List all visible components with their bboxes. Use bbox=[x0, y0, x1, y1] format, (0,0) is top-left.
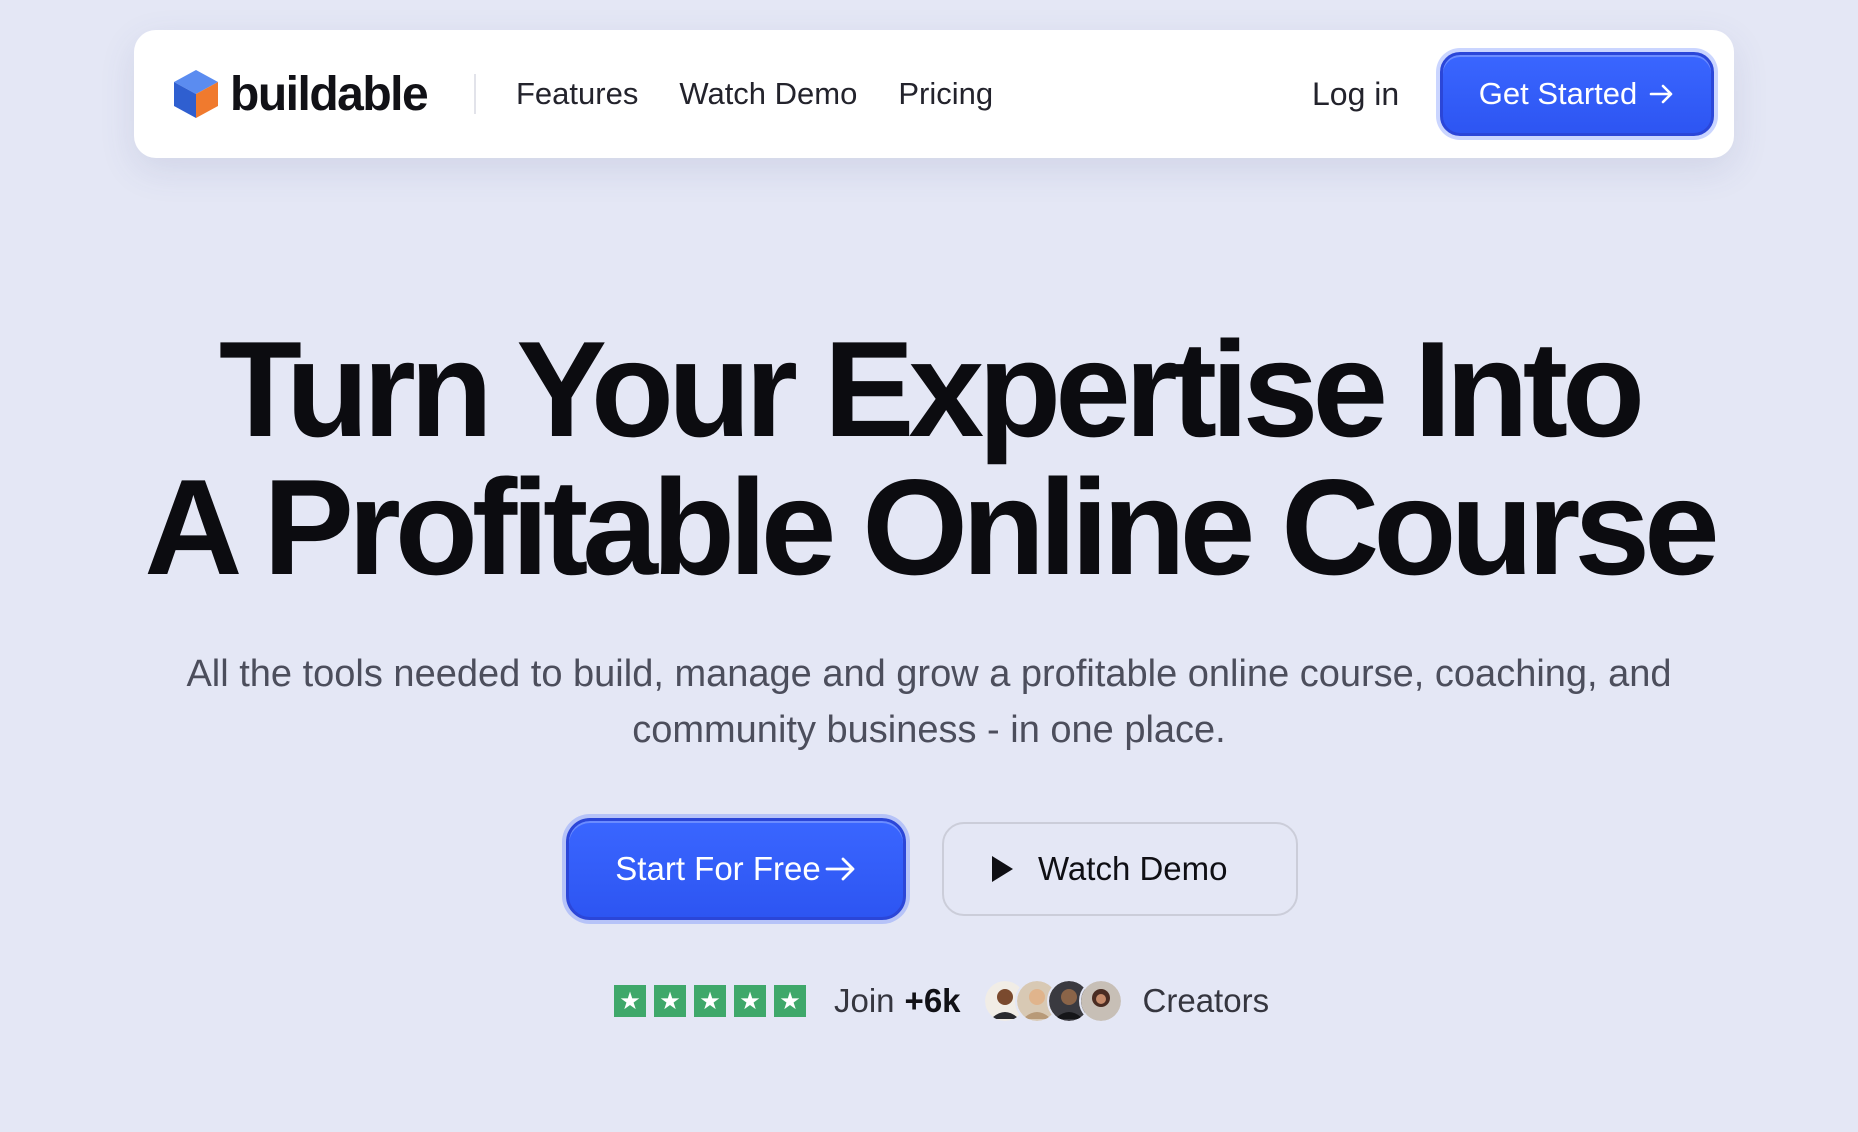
cube-icon bbox=[174, 70, 218, 118]
creators-text: Creators bbox=[1142, 982, 1270, 1019]
star-icon: ★ bbox=[614, 985, 646, 1017]
primary-nav: Features Watch Demo Pricing bbox=[516, 30, 1034, 158]
join-text: Join bbox=[834, 982, 895, 1019]
hero-title: Turn Your Expertise Into A Profitable On… bbox=[0, 320, 1858, 596]
star-icon: ★ bbox=[654, 985, 686, 1017]
star-icon: ★ bbox=[734, 985, 766, 1017]
star-icon: ★ bbox=[694, 985, 726, 1017]
hero-title-line-2: A Profitable Online Course bbox=[144, 451, 1719, 603]
login-link[interactable]: Log in bbox=[1312, 30, 1399, 158]
watch-demo-button[interactable]: Watch Demo bbox=[942, 822, 1298, 916]
arrow-right-icon bbox=[1649, 84, 1673, 104]
nav-link-pricing[interactable]: Pricing bbox=[898, 76, 993, 112]
play-icon bbox=[992, 856, 1013, 882]
start-for-free-button[interactable]: Start For Free bbox=[566, 818, 906, 920]
nav-divider bbox=[474, 74, 476, 114]
star-icon: ★ bbox=[774, 985, 806, 1017]
join-count: +6k bbox=[904, 982, 961, 1019]
social-proof: ★ ★ ★ ★ ★ Join +6k Creators bbox=[614, 975, 1269, 1027]
hero-title-line-1: Turn Your Expertise Into bbox=[218, 313, 1645, 465]
brand-name: buildable bbox=[230, 67, 429, 121]
avatar bbox=[1078, 979, 1123, 1023]
hero-subtitle-line-1: All the tools needed to build, manage an… bbox=[186, 653, 1672, 695]
start-for-free-label: Start For Free bbox=[615, 850, 821, 887]
hero-subtitle-line-2: community business - in one place. bbox=[632, 709, 1226, 751]
brand-logo[interactable]: buildable bbox=[172, 66, 429, 122]
top-navbar: buildable Features Watch Demo Pricing Lo… bbox=[134, 30, 1734, 158]
creator-avatars bbox=[982, 979, 1123, 1023]
hero-subtitle: All the tools needed to build, manage an… bbox=[0, 646, 1858, 758]
arrow-right-icon bbox=[825, 857, 855, 881]
get-started-button[interactable]: Get Started bbox=[1440, 52, 1714, 136]
rating-stars: ★ ★ ★ ★ ★ bbox=[614, 985, 814, 1017]
nav-link-features[interactable]: Features bbox=[516, 76, 638, 112]
nav-link-watch-demo[interactable]: Watch Demo bbox=[679, 76, 857, 112]
get-started-label: Get Started bbox=[1478, 76, 1638, 111]
watch-demo-label: Watch Demo bbox=[1038, 850, 1228, 887]
